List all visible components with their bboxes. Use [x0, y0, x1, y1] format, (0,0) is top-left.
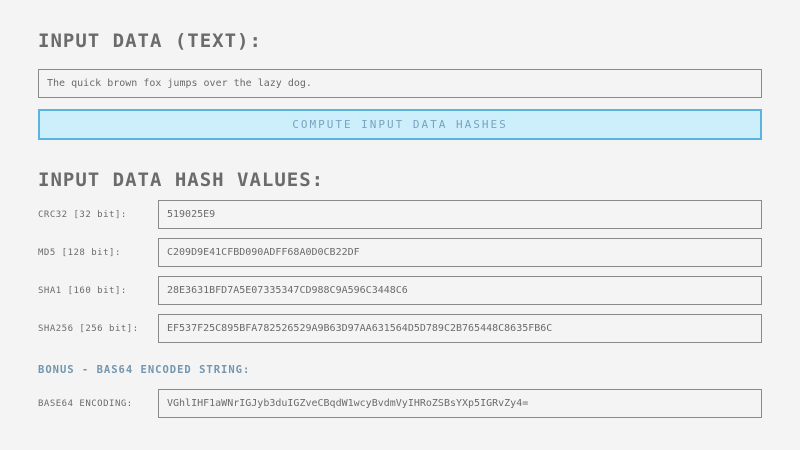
input-data-text-field[interactable] — [38, 69, 762, 98]
hash-row-sha1: SHA1 [160 bit]: — [38, 276, 762, 305]
sha1-label: SHA1 [160 bit]: — [38, 286, 158, 296]
hash-row-md5: MD5 [128 bit]: — [38, 238, 762, 267]
input-data-heading: INPUT DATA (TEXT): — [38, 30, 762, 52]
base64-bonus-heading: BONUS - BAS64 ENCODED STRING: — [38, 364, 762, 376]
crc32-value-field[interactable] — [158, 200, 762, 229]
base64-row: BASE64 ENCODING: — [38, 389, 762, 418]
main-panel: INPUT DATA (TEXT): COMPUTE INPUT DATA HA… — [0, 0, 800, 418]
compute-hashes-button[interactable]: COMPUTE INPUT DATA HASHES — [38, 109, 762, 140]
sha256-label: SHA256 [256 bit]: — [38, 324, 158, 334]
hash-rows: CRC32 [32 bit]: MD5 [128 bit]: SHA1 [160… — [38, 200, 762, 343]
hash-row-crc32: CRC32 [32 bit]: — [38, 200, 762, 229]
base64-label: BASE64 ENCODING: — [38, 399, 158, 409]
md5-label: MD5 [128 bit]: — [38, 248, 158, 258]
sha1-value-field[interactable] — [158, 276, 762, 305]
base64-value-field[interactable] — [158, 389, 762, 418]
sha256-value-field[interactable] — [158, 314, 762, 343]
hash-values-heading: INPUT DATA HASH VALUES: — [38, 169, 762, 191]
crc32-label: CRC32 [32 bit]: — [38, 210, 158, 220]
hash-row-sha256: SHA256 [256 bit]: — [38, 314, 762, 343]
md5-value-field[interactable] — [158, 238, 762, 267]
